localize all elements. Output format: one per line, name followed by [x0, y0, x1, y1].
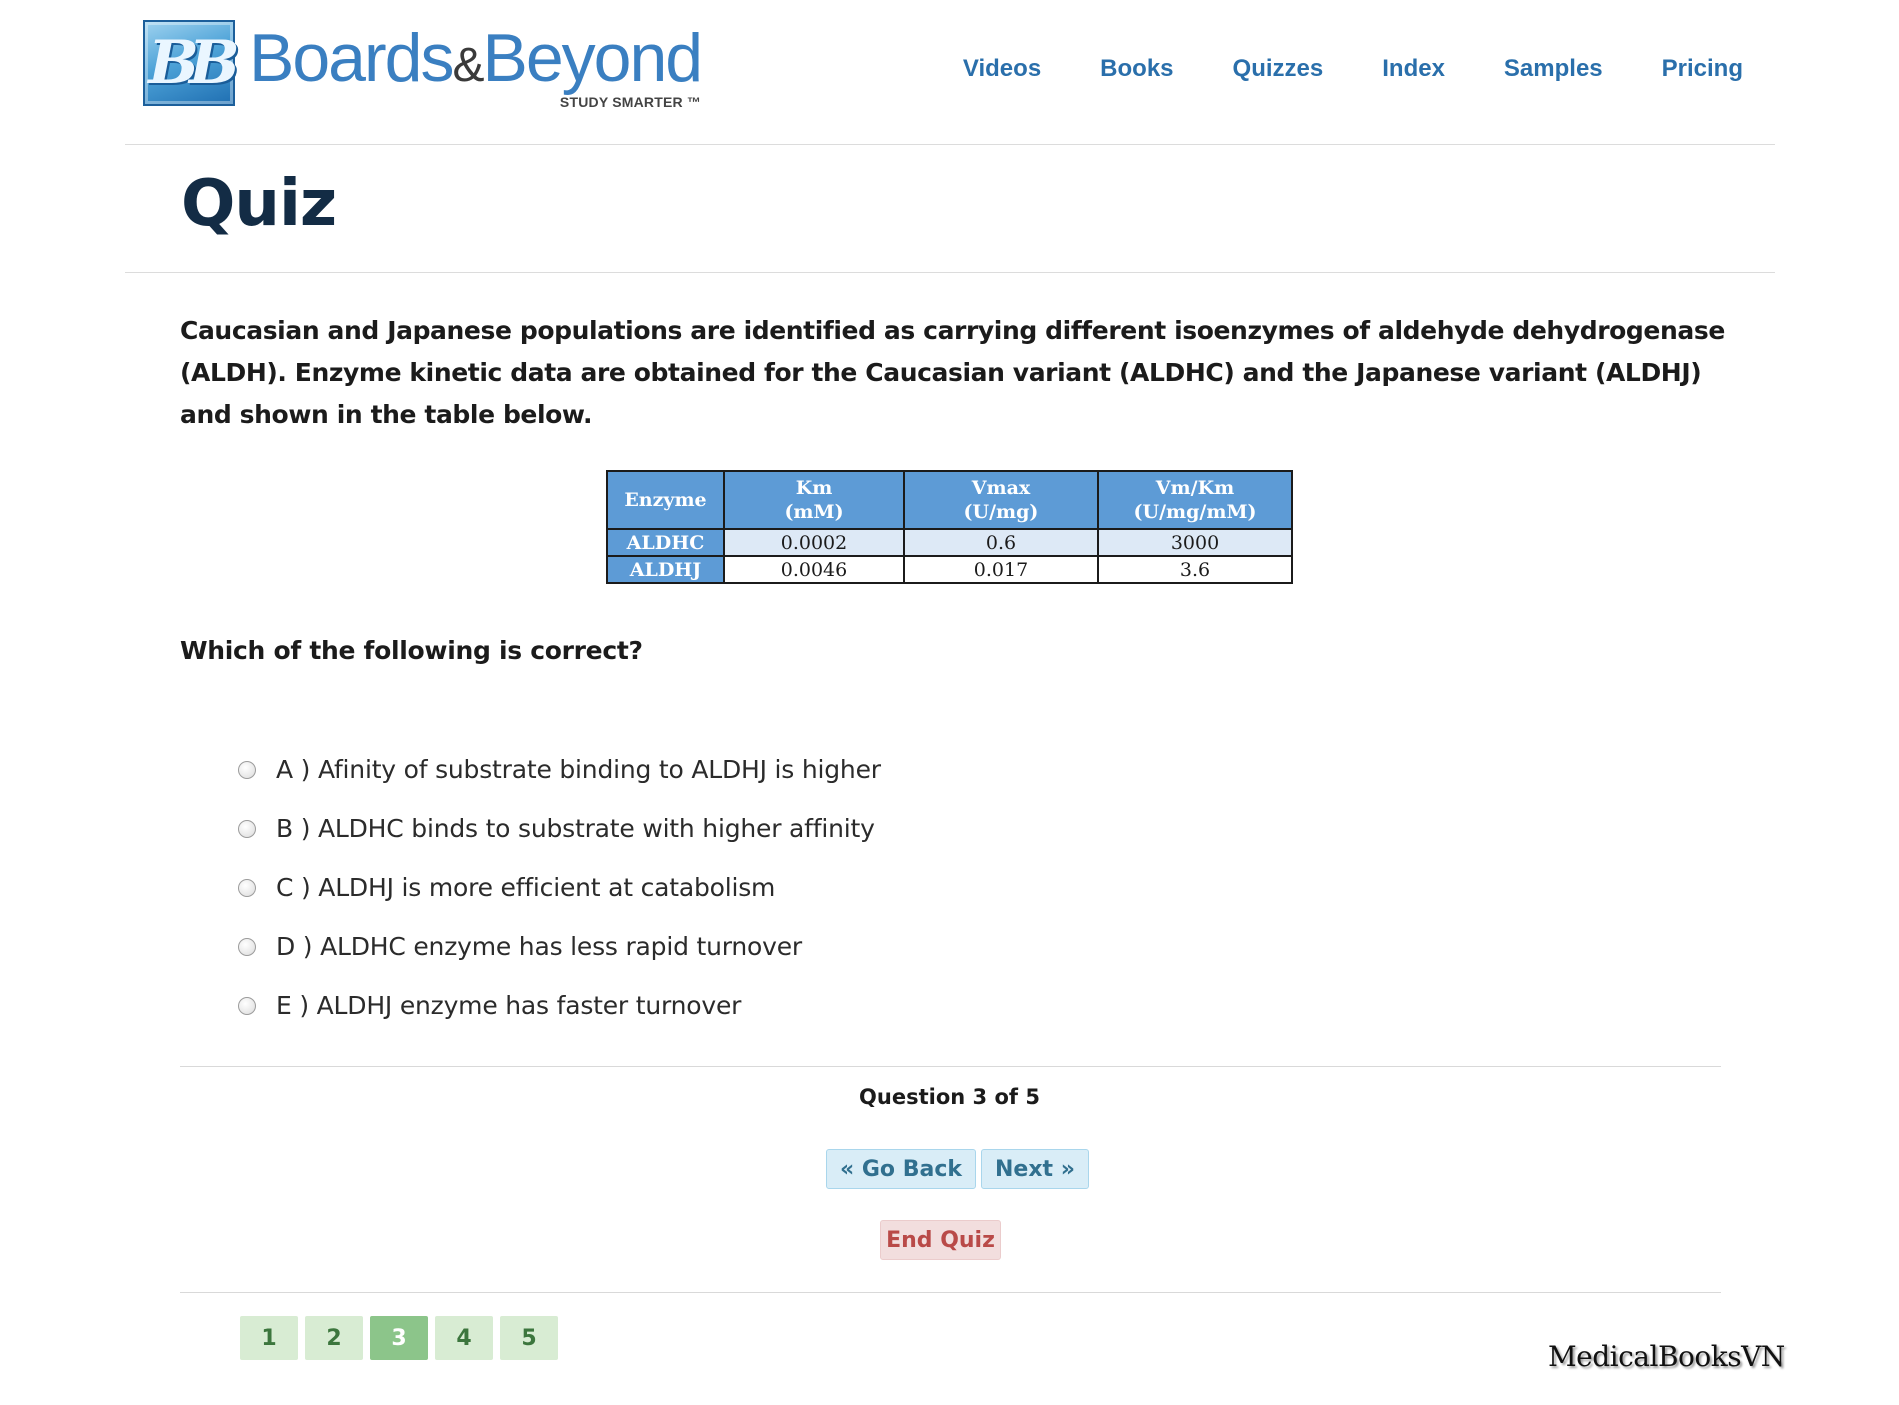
logo-tagline: STUDY SMARTER ™ — [559, 94, 702, 110]
nav-pricing[interactable]: Pricing — [1662, 55, 1743, 83]
watermark: MedicalBooksVN — [1548, 1340, 1785, 1373]
table-cell: 3000 — [1097, 528, 1293, 557]
option-a[interactable]: A ) Afinity of substrate binding to ALDH… — [238, 740, 881, 799]
nav-videos[interactable]: Videos — [963, 55, 1041, 83]
table-row: ALDHJ 0.0046 0.017 3.6 — [606, 555, 1293, 584]
page-title: Quiz — [181, 167, 337, 241]
radio-button[interactable] — [238, 937, 256, 956]
question-number-2[interactable]: 2 — [305, 1316, 363, 1360]
radio-button[interactable] — [238, 760, 256, 779]
question-number-3[interactable]: 3 — [370, 1316, 428, 1360]
option-label[interactable]: E ) ALDHJ enzyme has faster turnover — [276, 991, 741, 1020]
site-header: BB Boards&Beyond STUDY SMARTER ™ Videos … — [125, 0, 1775, 145]
header-enzyme: Enzyme — [606, 470, 725, 530]
option-label[interactable]: B ) ALDHC binds to substrate with higher… — [276, 814, 875, 843]
next-button[interactable]: Next » — [981, 1149, 1089, 1189]
table-row: ALDHC 0.0002 0.6 3000 — [606, 528, 1293, 557]
boards-beyond-logo[interactable]: BB Boards&Beyond STUDY SMARTER ™ — [143, 20, 743, 110]
go-back-button[interactable]: « Go Back — [826, 1149, 976, 1189]
end-quiz-button[interactable]: End Quiz — [880, 1220, 1001, 1260]
radio-button[interactable] — [238, 996, 256, 1015]
table-cell: 0.0002 — [723, 528, 905, 557]
header-km: Km (mM) — [723, 470, 905, 530]
table-cell: 0.6 — [903, 528, 1099, 557]
question-number-5[interactable]: 5 — [500, 1316, 558, 1360]
kinetics-table: Enzyme Km (mM) Vmax (U/mg) Vm/Km (U/mg/mM) … — [606, 470, 1293, 584]
question-number-4[interactable]: 4 — [435, 1316, 493, 1360]
option-label[interactable]: A ) Afinity of substrate binding to ALDH… — [276, 755, 881, 784]
question-prompt: Which of the following is correct? — [180, 636, 643, 665]
option-c[interactable]: C ) ALDHJ is more efficient at catabolis… — [238, 858, 881, 917]
question-counter: Question 3 of 5 — [859, 1085, 1040, 1109]
table-header-row: Enzyme Km (mM) Vmax (U/mg) Vm/Km (U/mg/mM) — [606, 470, 1293, 530]
question-number-1[interactable]: 1 — [240, 1316, 298, 1360]
option-b[interactable]: B ) ALDHC binds to substrate with higher… — [238, 799, 881, 858]
nav-books[interactable]: Books — [1100, 55, 1173, 83]
main-nav: Videos Books Quizzes Index Samples Prici… — [904, 55, 1743, 83]
divider — [180, 1292, 1721, 1293]
nav-samples[interactable]: Samples — [1504, 55, 1603, 83]
table-cell: 0.017 — [903, 555, 1099, 584]
radio-button[interactable] — [238, 819, 256, 838]
radio-button[interactable] — [238, 878, 256, 897]
table-cell: ALDHJ — [606, 555, 725, 584]
option-d[interactable]: D ) ALDHC enzyme has less rapid turnover — [238, 917, 881, 976]
bb-logo-icon: BB — [143, 20, 240, 106]
header-vmax: Vmax (U/mg) — [903, 470, 1099, 530]
option-label[interactable]: C ) ALDHJ is more efficient at catabolis… — [276, 873, 775, 902]
table-cell: ALDHC — [606, 528, 725, 557]
table-cell: 0.0046 — [723, 555, 905, 584]
table-cell: 3.6 — [1097, 555, 1293, 584]
option-e[interactable]: E ) ALDHJ enzyme has faster turnover — [238, 976, 881, 1035]
answer-options: A ) Afinity of substrate binding to ALDH… — [238, 740, 881, 1035]
quiz-nav-buttons: « Go Back Next » — [826, 1149, 1089, 1189]
nav-index[interactable]: Index — [1382, 55, 1445, 83]
divider — [180, 1066, 1721, 1067]
option-label[interactable]: D ) ALDHC enzyme has less rapid turnover — [276, 932, 802, 961]
question-stem: Caucasian and Japanese populations are i… — [180, 316, 1725, 429]
title-band: Quiz — [125, 145, 1775, 273]
header-vm-km: Vm/Km (U/mg/mM) — [1097, 470, 1293, 530]
question-number-pager: 1 2 3 4 5 — [240, 1316, 558, 1360]
logo-wordmark: Boards&Beyond STUDY SMARTER ™ — [249, 20, 703, 110]
nav-quizzes[interactable]: Quizzes — [1233, 55, 1324, 83]
